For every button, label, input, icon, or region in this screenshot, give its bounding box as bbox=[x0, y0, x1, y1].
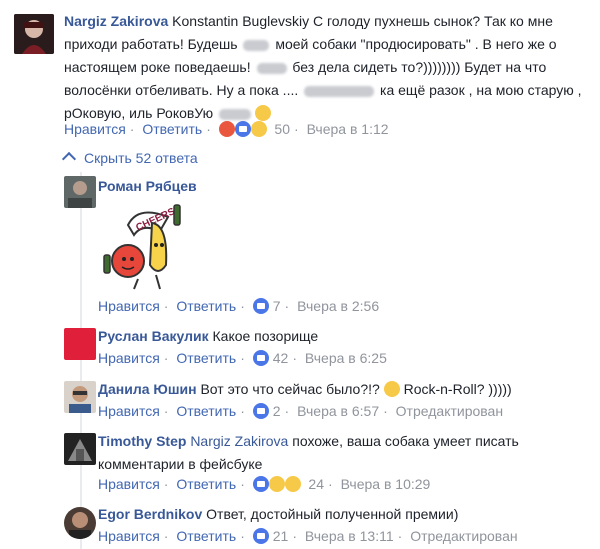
reply-button[interactable]: Ответить bbox=[176, 350, 236, 366]
reply-button[interactable]: Ответить bbox=[176, 403, 236, 419]
thread-line bbox=[80, 172, 82, 549]
redacted-word bbox=[243, 39, 270, 51]
reply-body: Руслан Вакулик Какое позорище bbox=[98, 328, 319, 344]
like-reaction-icon[interactable] bbox=[252, 350, 269, 366]
cheers-sticker: CHEERS! bbox=[98, 195, 194, 291]
haha-reaction-icon[interactable] bbox=[268, 476, 285, 492]
reply-actions: Нравится · Ответить · 2 · Вчера в 6:57 · Отр… bbox=[98, 403, 504, 419]
hide-replies-link[interactable]: Скрыть 52 ответа bbox=[61, 150, 198, 167]
reply-button[interactable]: Ответить bbox=[176, 476, 236, 492]
avatar[interactable] bbox=[64, 507, 96, 539]
like-reaction-icon[interactable] bbox=[252, 298, 269, 314]
comment-thread: Nargiz Zakirova Konstantin Buglevskiy С … bbox=[0, 0, 600, 549]
like-button[interactable]: Нравится bbox=[98, 476, 160, 492]
main-comment-actions: Нравится · Ответить · 50 · Вчера в 1:12 bbox=[64, 121, 389, 137]
timestamp[interactable]: Вчера в 13:11 bbox=[305, 528, 394, 544]
reply-button[interactable]: Ответить bbox=[176, 528, 236, 544]
chevron-up-icon bbox=[61, 151, 77, 167]
avatar[interactable] bbox=[64, 176, 96, 208]
timestamp[interactable]: Вчера в 1:12 bbox=[307, 121, 389, 137]
redacted-word bbox=[256, 62, 287, 74]
reaction-count[interactable]: 21 bbox=[273, 528, 289, 544]
mention-link[interactable]: Nargiz Zakirova bbox=[190, 433, 288, 449]
timestamp[interactable]: Вчера в 6:57 bbox=[297, 403, 379, 419]
comment-author[interactable]: Роман Рябцев bbox=[98, 178, 197, 194]
edited-label[interactable]: Отредактирован bbox=[410, 528, 517, 544]
reaction-count[interactable]: 50 bbox=[274, 121, 290, 137]
like-button[interactable]: Нравится bbox=[64, 121, 126, 137]
reply-button[interactable]: Ответить bbox=[176, 298, 236, 314]
haha-reaction-icon[interactable] bbox=[250, 121, 267, 137]
reaction-count[interactable]: 2 bbox=[273, 403, 281, 419]
timestamp[interactable]: Вчера в 10:29 bbox=[341, 476, 431, 492]
wow-emoji-icon bbox=[383, 381, 400, 397]
comment-author[interactable]: Руслан Вакулик bbox=[98, 328, 209, 344]
comment-author[interactable]: Данила Юшин bbox=[98, 381, 197, 397]
main-comment-body: Nargiz Zakirova Konstantin Buglevskiy С … bbox=[64, 13, 582, 121]
avatar[interactable] bbox=[64, 433, 96, 465]
like-button[interactable]: Нравится bbox=[98, 298, 160, 314]
like-button[interactable]: Нравится bbox=[98, 350, 160, 366]
reply-actions: Нравится · Ответить · 21 · Вчера в 13:11 · О… bbox=[98, 528, 518, 544]
like-reaction-icon[interactable] bbox=[252, 403, 269, 419]
avatar[interactable] bbox=[14, 14, 54, 54]
angry-reaction-icon[interactable] bbox=[218, 121, 235, 137]
like-reaction-icon[interactable] bbox=[252, 528, 269, 544]
reply-actions: Нравится · Ответить · 42 · Вчера в 6:25 bbox=[98, 350, 387, 366]
reply-actions: Нравится · Ответить · 24 · Вчера в 10:29 bbox=[98, 476, 431, 492]
reply-button[interactable]: Ответить bbox=[142, 121, 202, 137]
reaction-count[interactable]: 24 bbox=[308, 476, 324, 492]
reaction-count[interactable]: 7 bbox=[273, 298, 281, 314]
timestamp[interactable]: Вчера в 2:56 bbox=[297, 298, 379, 314]
like-button[interactable]: Нравится bbox=[98, 403, 160, 419]
laughing-emoji-icon bbox=[255, 105, 271, 121]
like-reaction-icon[interactable] bbox=[234, 121, 251, 137]
comment-author[interactable]: Timothy Step bbox=[98, 433, 186, 449]
comment-author[interactable]: Egor Berdnikov bbox=[98, 506, 202, 522]
reply-body: Timothy Step Nargiz Zakirova похоже, ваш… bbox=[98, 433, 519, 472]
reply-body: Данила Юшин Вот это что сейчас было?!? R… bbox=[98, 381, 512, 397]
edited-label[interactable]: Отредактирован bbox=[396, 403, 503, 419]
redacted-word bbox=[304, 85, 375, 97]
avatar[interactable] bbox=[64, 328, 96, 360]
reaction-count[interactable]: 42 bbox=[273, 350, 289, 366]
avatar[interactable] bbox=[64, 381, 96, 413]
redacted-word bbox=[219, 108, 251, 120]
like-reaction-icon[interactable] bbox=[252, 476, 269, 492]
wow-reaction-icon[interactable] bbox=[284, 476, 301, 492]
comment-author[interactable]: Nargiz Zakirova bbox=[64, 13, 168, 29]
like-button[interactable]: Нравится bbox=[98, 528, 160, 544]
timestamp[interactable]: Вчера в 6:25 bbox=[305, 350, 387, 366]
reply-actions: Нравится · Ответить · 7 · Вчера в 2:56 bbox=[98, 298, 380, 314]
reply-body: Egor Berdnikov Ответ, достойный полученн… bbox=[98, 506, 459, 522]
